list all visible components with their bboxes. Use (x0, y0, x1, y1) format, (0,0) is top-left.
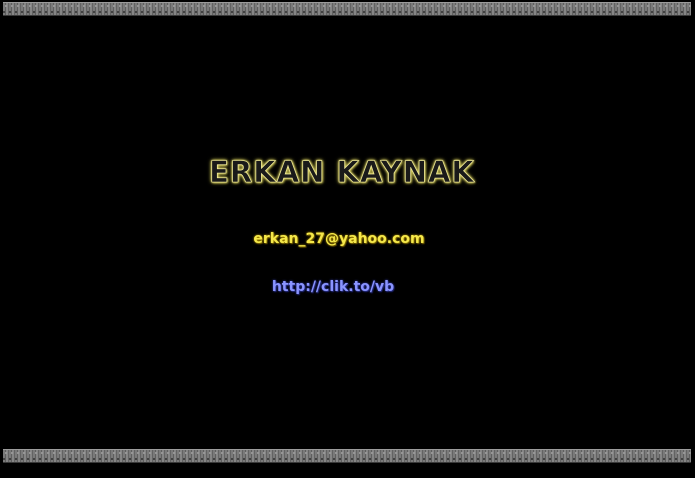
email-link[interactable]: erkan_27@yahoo.com (0, 229, 678, 249)
top-decorative-border (3, 2, 691, 16)
website-link[interactable]: http://clik.to/vb (0, 277, 666, 297)
page: ERKAN KAYNAK erkan_27@yahoo.com http://c… (0, 0, 695, 478)
page-title: ERKAN KAYNAK (209, 155, 475, 190)
bottom-decorative-border (3, 449, 691, 463)
